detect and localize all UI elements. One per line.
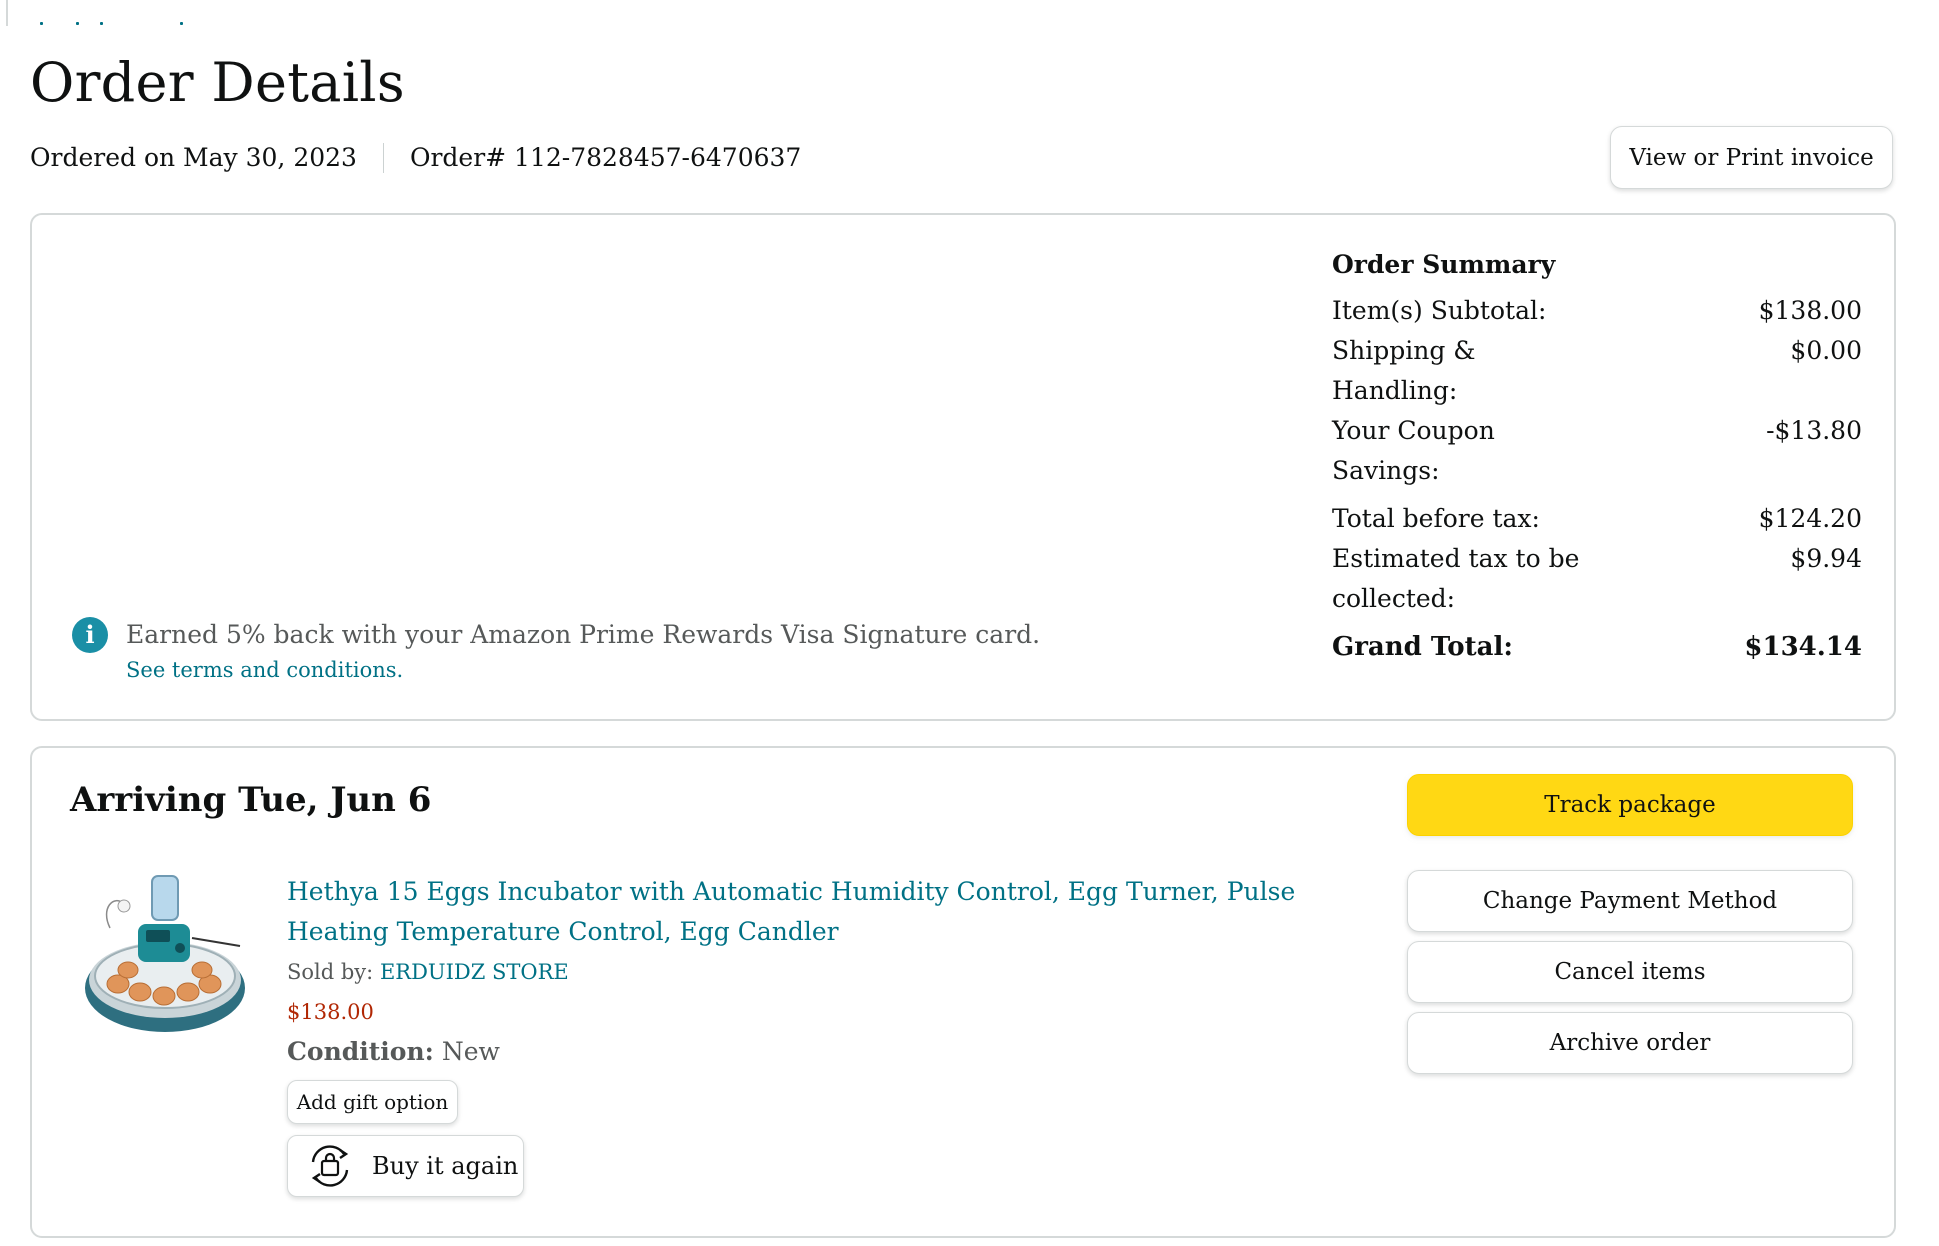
- cancel-items-button[interactable]: Cancel items: [1407, 941, 1853, 1003]
- summary-row-shipping: Shipping & Handling: $0.00: [1332, 331, 1862, 411]
- summary-row-grand-total: Grand Total: $134.14: [1332, 627, 1862, 667]
- arrival-heading: Arriving Tue, Jun 6: [70, 780, 432, 820]
- summary-row-coupon: Your Coupon Savings: -$13.80: [1332, 411, 1862, 491]
- order-summary-heading: Order Summary: [1332, 250, 1556, 279]
- grand-total-value: $134.14: [1744, 632, 1862, 662]
- summary-row-subtotal: Item(s) Subtotal: $138.00: [1332, 291, 1862, 331]
- grand-total-label: Grand Total:: [1332, 632, 1513, 662]
- summary-value: $138.00: [1758, 296, 1862, 325]
- add-gift-option-button[interactable]: Add gift option: [287, 1080, 458, 1124]
- item-condition: Condition: New: [287, 1032, 1367, 1072]
- top-edge-line: [6, 0, 8, 26]
- meta-divider: [382, 143, 384, 173]
- summary-value: $9.94: [1790, 544, 1862, 573]
- change-payment-method-button[interactable]: Change Payment Method: [1407, 870, 1853, 932]
- summary-row-tax: Estimated tax to be collected: $9.94: [1332, 539, 1862, 619]
- track-package-button[interactable]: Track package: [1407, 774, 1853, 836]
- summary-row-before-tax: Total before tax: $124.20: [1332, 499, 1862, 539]
- shipment-card: Arriving Tue, Jun 6 Hethya 15 Eggs Incub…: [30, 746, 1896, 1238]
- terms-link[interactable]: See terms and conditions.: [126, 655, 403, 685]
- summary-value: $0.00: [1790, 336, 1862, 365]
- archive-order-button[interactable]: Archive order: [1407, 1012, 1853, 1074]
- item-price: $138.00: [287, 1000, 374, 1024]
- product-details: Hethya 15 Eggs Incubator with Automatic …: [287, 872, 1367, 1072]
- buy-it-again-button[interactable]: Buy it again: [287, 1135, 524, 1197]
- order-number: Order# 112-7828457-6470637: [409, 143, 802, 172]
- summary-value: -$13.80: [1766, 416, 1862, 445]
- buy-again-icon: [311, 1145, 349, 1187]
- summary-label: Your Coupon Savings:: [1332, 416, 1495, 485]
- order-summary-card: Order Summary Item(s) Subtotal: $138.00 …: [30, 213, 1896, 721]
- seller-link[interactable]: ERDUIDZ STORE: [380, 960, 569, 984]
- view-print-invoice-button[interactable]: View or Print invoice: [1610, 126, 1893, 189]
- summary-value: $124.20: [1758, 504, 1862, 533]
- sold-by: Sold by: ERDUIDZ STORE: [287, 952, 1367, 992]
- summary-label: Total before tax:: [1332, 504, 1540, 533]
- buy-it-again-label: Buy it again: [372, 1152, 519, 1180]
- breadcrumb-fragment: [40, 20, 190, 26]
- summary-label: Shipping & Handling:: [1332, 336, 1476, 405]
- product-title-link[interactable]: Hethya 15 Eggs Incubator with Automatic …: [287, 872, 1367, 952]
- page-title: Order Details: [30, 51, 405, 114]
- sold-by-label: Sold by:: [287, 960, 374, 984]
- ordered-on-date: Ordered on May 30, 2023: [30, 143, 357, 172]
- summary-label: Item(s) Subtotal:: [1332, 296, 1547, 325]
- summary-label: Estimated tax to be collected:: [1332, 544, 1580, 613]
- condition-value: New: [441, 1037, 500, 1066]
- condition-label: Condition:: [287, 1037, 434, 1066]
- order-summary: Order Summary Item(s) Subtotal: $138.00 …: [1332, 245, 1862, 667]
- rewards-message: Earned 5% back with your Amazon Prime Re…: [126, 620, 1041, 649]
- product-image[interactable]: [80, 868, 250, 1044]
- rewards-info: i Earned 5% back with your Amazon Prime …: [72, 615, 1040, 685]
- info-icon: i: [72, 617, 108, 653]
- order-meta: Ordered on May 30, 2023 Order# 112-78284…: [30, 142, 801, 174]
